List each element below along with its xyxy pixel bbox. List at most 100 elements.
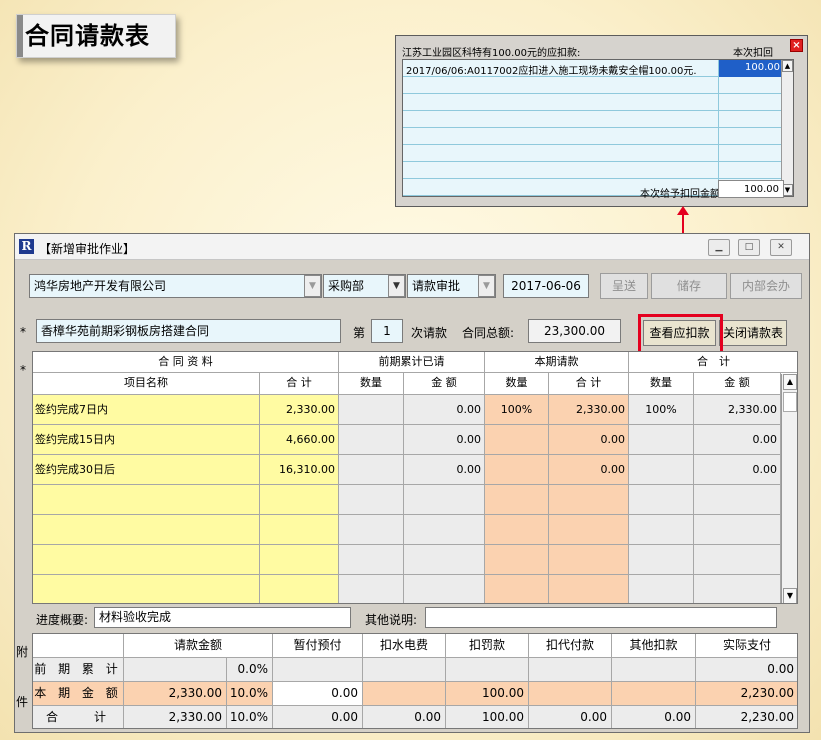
empty-cell[interactable] <box>33 575 260 603</box>
empty-cell[interactable] <box>260 485 339 515</box>
internal-review-button[interactable]: 内部会办 <box>730 273 802 299</box>
item-prev-qty <box>339 455 404 485</box>
summary-row-label: 前 期 累 计 <box>33 658 124 682</box>
item-total[interactable]: 16,310.00 <box>260 455 339 485</box>
minimize-icon[interactable]: ▁ <box>708 239 730 256</box>
save-button[interactable]: 储存 <box>651 273 727 299</box>
group-header-current: 本期请款 <box>485 352 629 373</box>
popup-row-empty <box>403 162 793 179</box>
popup-footer-value[interactable]: 100.00 <box>718 180 784 198</box>
page-title: 合同请款表 <box>25 22 150 50</box>
item-sum-qty <box>629 455 694 485</box>
chevron-down-icon[interactable]: ▼ <box>478 275 495 297</box>
empty-cell[interactable] <box>33 515 260 545</box>
progress-label: 进度概要: <box>36 613 89 627</box>
empty-cell <box>404 545 485 575</box>
item-name[interactable]: 签约完成7日内 <box>33 395 260 425</box>
contract-name-field[interactable]: 香樟华苑前期彩钢板房搭建合同 <box>36 319 341 343</box>
item-name[interactable]: 签约完成30日后 <box>33 455 260 485</box>
maximize-icon[interactable]: □ <box>738 239 760 256</box>
item-name[interactable]: 签约完成15日内 <box>33 425 260 455</box>
empty-cell <box>629 485 694 515</box>
popup-row-amount[interactable]: 100.00 <box>719 60 783 77</box>
popup-close-button[interactable]: × <box>790 39 803 52</box>
popup-header: 江苏工业园区科特有100.00元的应扣款: <box>402 48 581 59</box>
date-field[interactable]: 2017-06-06 <box>503 274 589 298</box>
summary-header: 扣水电费 <box>363 634 446 658</box>
summary-actual: 2,230.00 <box>696 682 797 706</box>
empty-cell[interactable] <box>260 575 339 603</box>
empty-cell[interactable] <box>485 545 549 575</box>
empty-cell[interactable] <box>485 575 549 603</box>
close-icon[interactable]: ✕ <box>770 239 792 256</box>
item-cur-amt[interactable]: 0.00 <box>549 425 629 455</box>
summary-other <box>612 682 696 706</box>
items-grid: 合 同 资 料 前期累计已请 本期请款 合 计 项目名称 合 计 数量 金 额 … <box>32 351 798 604</box>
submit-button[interactable]: 呈送 <box>600 273 648 299</box>
required-star: * <box>20 363 26 377</box>
summary-header: 其他扣款 <box>612 634 696 658</box>
item-prev-qty <box>339 395 404 425</box>
summary-proxy <box>529 682 612 706</box>
popup-row-empty <box>403 77 793 94</box>
col-header-sum-qty: 数量 <box>629 373 694 395</box>
popup-row[interactable]: 2017/06/06:A0117002应扣进入施工现场未戴安全帽100.00元.… <box>403 60 793 77</box>
other-notes-field[interactable] <box>425 607 777 628</box>
empty-cell <box>629 515 694 545</box>
item-cur-amt[interactable]: 2,330.00 <box>549 395 629 425</box>
items-scrollbar[interactable]: ▲ ▼ <box>781 374 797 603</box>
chevron-down-icon[interactable]: ▼ <box>388 275 405 297</box>
empty-cell <box>694 515 781 545</box>
page-title-box: 合同请款表 <box>16 14 176 58</box>
chevron-down-icon[interactable]: ▼ <box>304 275 321 297</box>
summary-header: 扣罚款 <box>446 634 529 658</box>
empty-cell[interactable] <box>33 545 260 575</box>
empty-cell[interactable] <box>549 545 629 575</box>
window-titlebar: R 【新增审批作业】 ▁ □ ✕ <box>15 234 809 260</box>
summary-advance <box>273 658 363 682</box>
summary-amount <box>124 658 227 682</box>
empty-cell[interactable] <box>33 485 260 515</box>
summary-advance-input[interactable]: 0.00 <box>273 682 363 706</box>
popup-row-empty <box>403 94 793 111</box>
required-star: * <box>20 325 26 339</box>
item-cur-qty[interactable]: 100% <box>485 395 549 425</box>
empty-cell[interactable] <box>549 485 629 515</box>
scroll-up-icon[interactable]: ▲ <box>783 374 797 390</box>
summary-amount: 2,330.00 <box>124 706 227 728</box>
summary-fine <box>446 658 529 682</box>
summary-header: 请款金额 <box>124 634 273 658</box>
empty-cell[interactable] <box>549 515 629 545</box>
summary-pct: 10.0% <box>227 706 273 728</box>
summary-row-label: 本 期 金 额 <box>33 682 124 706</box>
close-request-button[interactable]: 关闭请款表 <box>719 320 787 346</box>
empty-cell <box>404 515 485 545</box>
popup-scrollbar[interactable]: ▲ ▼ <box>781 60 793 196</box>
item-total[interactable]: 4,660.00 <box>260 425 339 455</box>
empty-cell[interactable] <box>485 515 549 545</box>
empty-cell <box>339 545 404 575</box>
company-select[interactable]: 鸿华房地产开发有限公司 <box>29 274 322 298</box>
empty-cell <box>339 575 404 603</box>
item-cur-qty[interactable] <box>485 455 549 485</box>
empty-cell[interactable] <box>260 545 339 575</box>
item-sum-amt: 2,330.00 <box>694 395 781 425</box>
item-cur-amt[interactable]: 0.00 <box>549 455 629 485</box>
scroll-thumb[interactable] <box>783 392 797 412</box>
item-sum-amt: 0.00 <box>694 425 781 455</box>
item-prev-amt: 0.00 <box>404 425 485 455</box>
scroll-down-icon[interactable]: ▼ <box>783 588 797 603</box>
col-header-cur-qty: 数量 <box>485 373 549 395</box>
seq-number-field[interactable]: 1 <box>371 319 403 343</box>
empty-cell[interactable] <box>485 485 549 515</box>
empty-cell[interactable] <box>260 515 339 545</box>
col-header-prev-amt: 金 额 <box>404 373 485 395</box>
empty-cell[interactable] <box>549 575 629 603</box>
summary-fine: 100.00 <box>446 682 529 706</box>
scroll-up-icon[interactable]: ▲ <box>782 60 793 72</box>
deduction-popup: 江苏工业园区科特有100.00元的应扣款: 本次扣回 × 2017/06/06:… <box>395 35 808 207</box>
other-notes-label: 其他说明: <box>365 613 418 627</box>
item-total[interactable]: 2,330.00 <box>260 395 339 425</box>
item-cur-qty[interactable] <box>485 425 549 455</box>
progress-field[interactable]: 材料验收完成 <box>94 607 351 628</box>
